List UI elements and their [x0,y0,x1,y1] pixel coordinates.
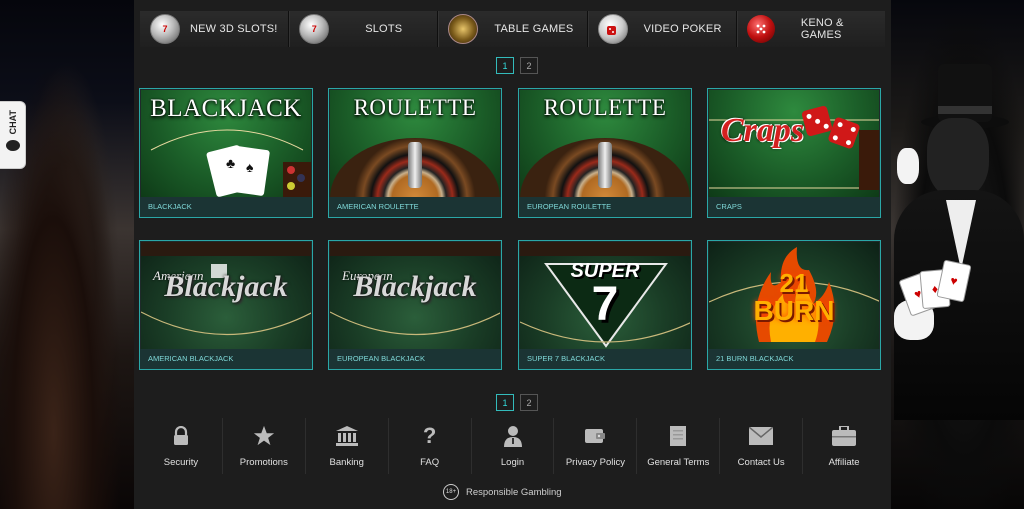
nav-label: SLOTS [365,23,403,35]
game-caption: CRAPS [708,197,880,217]
footer-label: Promotions [239,457,288,468]
gorilla-mascot-background-right: ♥ ♦ ♥ [891,0,1024,509]
gorilla-face [927,118,989,198]
game-tile-european-roulette[interactable]: ROULETTE EUROPEAN ROULETTE [518,88,692,218]
game-tile-american-roulette[interactable]: ROULETTE AMERICAN ROULETTE [328,88,502,218]
game-art-title: BURN [753,295,835,326]
user-icon [501,424,525,448]
game-art-title: Craps [721,112,805,149]
footer-privacy-policy[interactable]: Privacy Policy [554,418,638,474]
footer-label: General Terms [647,457,710,468]
game-art: ♣ ♠ BLACKJACK [141,90,311,198]
game-tile-super-7-blackjack[interactable]: SUPER 7 SUPER 7 BLACKJACK [518,240,692,370]
game-art-title: Blackjack [353,270,477,303]
main-panel: 7 NEW 3D SLOTS! 7 SLOTS TABLE GAMES VIDE… [134,0,891,509]
page-button-2[interactable]: 2 [520,394,538,411]
footer-affiliate[interactable]: Affiliate [803,418,885,474]
lock-icon [169,424,193,448]
game-caption: 21 BURN BLACKJACK [708,349,880,369]
footer-banking[interactable]: Banking [306,418,389,474]
game-art-title: 7 [591,278,619,331]
slot-machine-icon: 7 [299,14,330,44]
game-art: ROULETTE [520,90,690,198]
chat-label: CHAT [7,110,18,135]
game-caption: AMERICAN ROULETTE [329,197,501,217]
footer-label: Privacy Policy [565,457,625,468]
game-caption: EUROPEAN ROULETTE [519,197,691,217]
game-art: SUPER 7 [520,242,690,350]
keno-icon [746,15,775,43]
footer-general-terms[interactable]: General Terms [637,418,721,474]
game-art-title: ROULETTE [353,95,477,120]
responsible-gambling-label: Responsible Gambling [466,486,562,498]
game-caption: EUROPEAN BLACKJACK [329,349,501,369]
nav-table-games[interactable]: TABLE GAMES [438,11,588,47]
footer-security[interactable]: Security [140,418,223,474]
footer-label: Login [500,457,525,468]
game-tile-blackjack[interactable]: ♣ ♠ BLACKJACK BLACKJACK [139,88,313,218]
chat-tab[interactable]: CHAT [0,101,26,169]
game-art: 21 BURN [709,242,879,350]
game-tile-european-blackjack[interactable]: European Blackjack EUROPEAN BLACKJACK [328,240,502,370]
game-art: European Blackjack [330,242,500,350]
game-art: Craps [709,90,879,198]
footer-faq[interactable]: ? FAQ [389,418,472,474]
footer-contact-us[interactable]: Contact Us [720,418,804,474]
game-art-title: BLACKJACK [150,95,302,122]
pagination-top: 1 2 [496,57,538,74]
footer-links: Security Promotions Banking ? FAQ Login [140,418,885,474]
casino-floor-background-left [0,0,134,509]
game-caption: SUPER 7 BLACKJACK [519,349,691,369]
footer-label: Affiliate [828,457,860,468]
glove [897,148,919,184]
game-art-title: ROULETTE [543,95,667,120]
document-icon [666,424,690,448]
footer-promotions[interactable]: Promotions [223,418,306,474]
nav-new-3d-slots[interactable]: 7 NEW 3D SLOTS! [140,11,290,47]
page-button-2[interactable]: 2 [520,57,538,74]
game-art: ROULETTE [330,90,500,198]
footer-label: Security [163,457,199,468]
chat-bubble-icon [5,140,20,152]
game-tile-21-burn-blackjack[interactable]: 21 BURN 21 BURN BLACKJACK [707,240,881,370]
age-18-badge-icon: 18+ [443,484,459,500]
question-icon: ? [422,423,437,448]
nav-label: TABLE GAMES [494,23,574,35]
game-art-subtitle: 21 [779,268,809,298]
page-button-1[interactable]: 1 [496,57,514,74]
envelope-icon [749,424,774,448]
nav-keno-games[interactable]: KENO & GAMES [737,11,885,47]
footer-label: FAQ [420,457,440,468]
svg-text:♠: ♠ [246,161,254,176]
wallet-icon [583,424,607,448]
star-icon [252,424,276,448]
game-art: American Blackjack [141,242,311,350]
nav-video-poker[interactable]: VIDEO POKER [588,11,737,47]
dice-icon [597,14,628,44]
table-games-icon [448,14,479,44]
briefcase-icon [832,424,857,448]
game-caption: BLACKJACK [140,197,312,217]
footer-label: Contact Us [737,457,785,468]
nav-label: KENO & GAMES [800,17,844,41]
bank-icon [335,424,359,448]
game-tile-craps[interactable]: Craps CRAPS [707,88,881,218]
game-art-title: Blackjack [164,270,288,303]
game-tile-american-blackjack[interactable]: American Blackjack AMERICAN BLACKJACK [139,240,313,370]
pagination-bottom: 1 2 [496,394,538,411]
slot-machine-icon: 7 [150,14,180,44]
category-nav: 7 NEW 3D SLOTS! 7 SLOTS TABLE GAMES VIDE… [140,11,885,47]
nav-slots[interactable]: 7 SLOTS [289,11,439,47]
nav-label: VIDEO POKER [643,23,722,35]
svg-text:♣: ♣ [226,157,235,172]
footer-label: Banking [329,457,364,468]
responsible-gambling-link[interactable]: 18+ Responsible Gambling [443,484,562,500]
footer-login[interactable]: Login [472,418,555,474]
page-button-1[interactable]: 1 [496,394,514,411]
game-caption: AMERICAN BLACKJACK [140,349,312,369]
nav-label: NEW 3D SLOTS! [190,23,278,35]
